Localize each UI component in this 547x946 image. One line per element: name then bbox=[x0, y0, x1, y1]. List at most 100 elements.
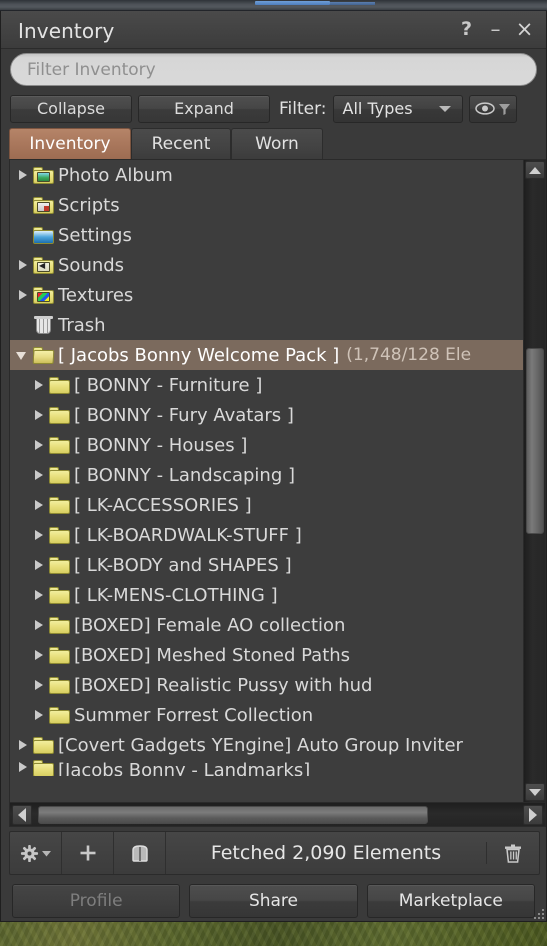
folder-open-icon bbox=[32, 346, 55, 364]
folder-icon bbox=[49, 526, 70, 544]
tab-recent[interactable]: Recent bbox=[131, 128, 231, 159]
tree-row-label: [ BONNY - Furniture ] bbox=[74, 374, 263, 396]
collapse-button[interactable]: Collapse bbox=[10, 94, 132, 123]
disclosure-triangle-closed-icon[interactable] bbox=[32, 678, 46, 692]
disclosure-triangle-closed-icon[interactable] bbox=[16, 288, 30, 302]
chevron-down-icon bbox=[438, 105, 451, 112]
tree-row-label: [BOXED] Female AO collection bbox=[74, 614, 346, 636]
tree-row[interactable]: Scripts bbox=[10, 190, 523, 220]
expand-button[interactable]: Expand bbox=[138, 94, 270, 123]
tree-row[interactable]: [ BONNY - Landscaping ] bbox=[10, 460, 523, 490]
marketplace-button[interactable]: Marketplace bbox=[366, 883, 535, 918]
disclosure-triangle-closed-icon[interactable] bbox=[32, 498, 46, 512]
folder-icon bbox=[49, 556, 70, 574]
profile-button[interactable]: Profile bbox=[12, 883, 181, 918]
inventory-tree[interactable]: Photo Album Scripts Settings Sounds Textures… bbox=[10, 160, 523, 802]
tree-row[interactable]: [ BONNY - Houses ] bbox=[10, 430, 523, 460]
disclosure-triangle-closed-icon[interactable] bbox=[32, 708, 46, 722]
tree-row[interactable]: [Jacobs Bonny - Landmarks] bbox=[10, 760, 523, 776]
disclosure-triangle-closed-icon[interactable] bbox=[32, 588, 46, 602]
scroll-up-button[interactable] bbox=[525, 161, 545, 179]
scroll-down-button[interactable] bbox=[525, 783, 545, 801]
tree-row[interactable]: Summer Forrest Collection bbox=[10, 700, 523, 730]
tree-row[interactable]: [ BONNY - Fury Avatars ] bbox=[10, 400, 523, 430]
tree-row-label: [ BONNY - Houses ] bbox=[74, 434, 248, 456]
folder-photo-icon bbox=[33, 166, 54, 184]
action-button-row: Profile Share Marketplace bbox=[1, 875, 546, 921]
chevron-down-icon bbox=[42, 850, 51, 856]
disclosure-triangle-closed-icon[interactable] bbox=[16, 168, 30, 182]
folder-texture-icon bbox=[33, 286, 54, 304]
tree-row-label: [ LK-MENS-CLOTHING ] bbox=[74, 584, 278, 606]
tab-inventory[interactable]: Inventory bbox=[9, 128, 131, 159]
disclosure-triangle-closed-icon[interactable] bbox=[16, 258, 30, 272]
disclosure-triangle-closed-icon[interactable] bbox=[32, 648, 46, 662]
disclosure-triangle-closed-icon[interactable] bbox=[16, 760, 30, 774]
tree-row[interactable]: Textures bbox=[10, 280, 523, 310]
help-button[interactable]: ? bbox=[453, 16, 480, 42]
folder-icon bbox=[49, 706, 70, 724]
wardrobe-button[interactable] bbox=[114, 832, 166, 874]
horizontal-scroll-thumb[interactable] bbox=[38, 806, 428, 824]
gear-menu-button[interactable] bbox=[10, 832, 62, 874]
close-button[interactable]: × bbox=[511, 16, 538, 42]
vertical-scroll-thumb[interactable] bbox=[526, 348, 544, 534]
disclosure-triangle-open-icon[interactable] bbox=[16, 348, 30, 362]
vertical-scrollbar[interactable] bbox=[523, 160, 545, 802]
tree-row[interactable]: Trash bbox=[10, 310, 523, 340]
tree-row-label: Settings bbox=[58, 224, 132, 246]
disclosure-triangle-closed-icon[interactable] bbox=[16, 738, 30, 752]
viewer-top-toolbar[interactable] bbox=[0, 0, 547, 11]
top-toolbar-accent-secondary bbox=[330, 2, 375, 5]
add-item-button[interactable] bbox=[62, 832, 114, 874]
tree-row[interactable]: [Covert Gadgets YEngine] Auto Group Invi… bbox=[10, 730, 523, 760]
filter-type-value: All Types bbox=[342, 99, 413, 118]
tree-row[interactable]: Photo Album bbox=[10, 160, 523, 190]
tree-row-label: [ BONNY - Landscaping ] bbox=[74, 464, 296, 486]
tree-row[interactable]: [BOXED] Realistic Pussy with hud bbox=[10, 670, 523, 700]
disclosure-triangle-closed-icon[interactable] bbox=[32, 558, 46, 572]
tree-row[interactable]: [BOXED] Meshed Stoned Paths bbox=[10, 640, 523, 670]
filter-type-dropdown[interactable]: All Types bbox=[332, 94, 463, 123]
inventory-window: Inventory ? – × Collapse Expand Filter: … bbox=[0, 11, 547, 922]
tree-row[interactable]: [BOXED] Female AO collection bbox=[10, 610, 523, 640]
folder-icon bbox=[33, 736, 54, 754]
disclosure-triangle-closed-icon[interactable] bbox=[32, 468, 46, 482]
resize-grip[interactable] bbox=[532, 907, 544, 919]
title-bar[interactable]: Inventory ? – × bbox=[1, 11, 546, 49]
scroll-right-button[interactable] bbox=[523, 805, 543, 825]
disclosure-triangle-closed-icon[interactable] bbox=[32, 378, 46, 392]
tree-row-label: Scripts bbox=[58, 194, 120, 216]
tree-row[interactable]: Sounds bbox=[10, 250, 523, 280]
tree-row[interactable]: [ LK-MENS-CLOTHING ] bbox=[10, 580, 523, 610]
search-box[interactable] bbox=[10, 53, 537, 86]
tree-row[interactable]: [ Jacobs Bonny Welcome Pack ] (1,748/128 … bbox=[10, 340, 523, 370]
inventory-tabs: Inventory Recent Worn bbox=[1, 125, 546, 159]
filter-label: Filter: bbox=[279, 98, 327, 119]
tree-row-label: [ BONNY - Fury Avatars ] bbox=[74, 404, 294, 426]
folder-icon bbox=[49, 616, 70, 634]
tree-row[interactable]: [ LK-BODY and SHAPES ] bbox=[10, 550, 523, 580]
tree-row[interactable]: [ LK-ACCESSORIES ] bbox=[10, 490, 523, 520]
disclosure-triangle-closed-icon[interactable] bbox=[32, 408, 46, 422]
minimize-button[interactable]: – bbox=[482, 16, 509, 42]
tree-row-label: Sounds bbox=[58, 254, 125, 276]
disclosure-triangle-closed-icon[interactable] bbox=[32, 528, 46, 542]
plus-icon bbox=[80, 845, 95, 861]
tab-worn[interactable]: Worn bbox=[231, 128, 323, 159]
tree-row[interactable]: Settings bbox=[10, 220, 523, 250]
tree-row-label: Textures bbox=[58, 284, 134, 306]
search-input[interactable] bbox=[27, 59, 520, 80]
visibility-filter-button[interactable] bbox=[468, 94, 517, 123]
tree-row[interactable]: [ LK-BOARDWALK-STUFF ] bbox=[10, 520, 523, 550]
trash-button[interactable] bbox=[487, 832, 539, 874]
horizontal-scrollbar[interactable] bbox=[10, 802, 545, 826]
trash-icon bbox=[33, 316, 54, 334]
disclosure-triangle-closed-icon[interactable] bbox=[32, 438, 46, 452]
share-button[interactable]: Share bbox=[189, 883, 358, 918]
tree-row[interactable]: [ BONNY - Furniture ] bbox=[10, 370, 523, 400]
disclosure-triangle-closed-icon[interactable] bbox=[32, 618, 46, 632]
scroll-left-button[interactable] bbox=[12, 805, 32, 825]
funnel-icon bbox=[498, 103, 510, 115]
